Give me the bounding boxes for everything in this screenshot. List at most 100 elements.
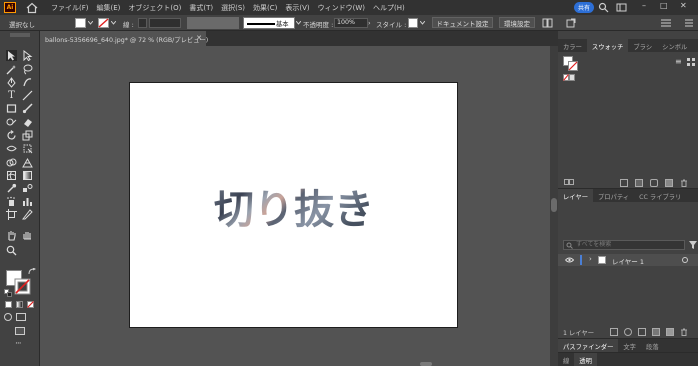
minimize-button[interactable]: – (642, 1, 646, 10)
make-clipping-mask-icon[interactable] (638, 328, 646, 336)
menu-select[interactable]: 選択(S) (221, 3, 245, 13)
stroke-weight-stepper[interactable] (138, 18, 147, 28)
document-setup-button[interactable]: ドキュメント設定 (432, 17, 493, 28)
tab-transparency[interactable]: 透明 (574, 353, 597, 366)
swatch-libraries-icon[interactable] (564, 179, 574, 185)
document-tab[interactable]: ballons-5356696_640.jpg* @ 72 % (RGB/プレビ… (40, 31, 208, 46)
tab-paragraph[interactable]: 段落 (641, 339, 664, 352)
delete-swatch-icon[interactable] (680, 179, 688, 187)
draw-normal-icon[interactable] (4, 313, 12, 321)
menu-object[interactable]: オブジェクト(O) (128, 3, 181, 13)
menu-window[interactable]: ウィンドウ(W) (318, 3, 365, 13)
column-graph-tool[interactable] (22, 196, 33, 207)
tab-brushes[interactable]: ブラシ (628, 39, 657, 52)
layer-target-icon[interactable] (682, 257, 688, 263)
home-icon[interactable] (26, 2, 38, 14)
panel-menu-icon[interactable] (684, 18, 694, 28)
zoom-tool[interactable] (6, 245, 17, 256)
swatch-none-icon[interactable] (563, 74, 575, 81)
change-screen-mode-icon[interactable] (15, 327, 25, 335)
new-swatch-icon[interactable] (665, 179, 673, 187)
menu-file[interactable]: ファイル(F) (51, 3, 89, 13)
artboard[interactable]: 切り抜き (129, 82, 458, 328)
slice-tool[interactable] (22, 209, 33, 220)
print-tiling-tool[interactable] (22, 230, 33, 241)
menu-help[interactable]: ヘルプ(H) (373, 3, 405, 13)
arrange-documents-icon[interactable] (542, 18, 553, 28)
line-segment-tool[interactable] (22, 90, 33, 101)
default-colors-icon[interactable] (4, 289, 12, 297)
expand-layer-icon[interactable]: › (589, 255, 592, 263)
stroke-color-box[interactable] (14, 278, 31, 295)
menu-effect[interactable]: 効果(C) (253, 3, 277, 13)
collect-for-export-icon[interactable] (610, 328, 618, 336)
pen-tool[interactable] (6, 77, 17, 88)
rectangle-tool[interactable] (6, 103, 17, 114)
magic-wand-tool[interactable] (6, 64, 17, 75)
tab-color[interactable]: カラー (558, 39, 587, 52)
tab-stroke[interactable]: 線 (558, 353, 574, 366)
share-for-review-icon[interactable] (566, 18, 576, 28)
tab-properties[interactable]: プロパティ (593, 189, 634, 202)
fill-dropdown-icon[interactable] (88, 21, 93, 25)
tab-pathfinder[interactable]: パスファインダー (558, 339, 619, 352)
stroke-dropdown-icon[interactable] (111, 21, 116, 25)
color-mode-button[interactable] (5, 301, 12, 308)
stroke-style-dropdown-icon[interactable] (296, 21, 301, 25)
tab-layers[interactable]: レイヤー (558, 189, 593, 202)
variable-width-profile[interactable] (187, 17, 239, 29)
horizontal-scroll-thumb[interactable] (420, 362, 432, 366)
shape-builder-tool[interactable] (6, 157, 17, 168)
filter-icon[interactable] (689, 241, 697, 250)
width-tool[interactable] (6, 143, 17, 154)
stroke-style-select[interactable]: 基本 (243, 17, 295, 29)
search-icon[interactable] (598, 2, 609, 13)
style-dropdown-icon[interactable] (420, 21, 425, 25)
panel-options-icon[interactable] (660, 18, 672, 28)
tab-symbols[interactable]: シンボル (657, 39, 692, 52)
none-mode-button[interactable] (27, 301, 34, 308)
workspace-switcher-icon[interactable] (616, 2, 627, 13)
graphic-style-swatch[interactable] (408, 18, 418, 28)
direct-selection-tool[interactable] (22, 50, 33, 61)
tab-cc-libraries[interactable]: CC ライブラリ (634, 189, 686, 202)
stroke-weight-input[interactable] (149, 18, 181, 28)
preferences-button[interactable]: 環境設定 (499, 17, 535, 28)
show-kinds-icon[interactable] (620, 179, 628, 187)
stroke-swatch[interactable] (98, 18, 109, 28)
opacity-arrow-icon[interactable]: › (368, 19, 371, 27)
paintbrush-tool[interactable] (22, 103, 33, 114)
clipped-text-artwork[interactable]: 切り抜き (130, 83, 459, 329)
type-tool[interactable]: T (6, 90, 17, 101)
lasso-tool[interactable] (22, 64, 33, 75)
curvature-tool[interactable] (22, 77, 33, 88)
scale-tool[interactable] (22, 130, 33, 141)
selection-tool[interactable] (6, 50, 17, 61)
layer-row[interactable]: › レイヤー 1 (558, 254, 698, 266)
tab-swatches[interactable]: スウォッチ (586, 39, 629, 52)
close-window-button[interactable]: ✕ (680, 1, 687, 10)
new-color-group-icon[interactable] (650, 179, 658, 187)
menu-edit[interactable]: 編集(E) (97, 3, 121, 13)
swatch-options-icon[interactable] (635, 179, 643, 187)
vertical-scrollbar[interactable] (550, 46, 558, 366)
free-transform-tool[interactable] (22, 143, 33, 154)
eraser-tool[interactable] (22, 117, 33, 128)
shaper-tool[interactable] (6, 117, 17, 128)
visibility-eye-icon[interactable] (565, 257, 574, 263)
gradient-mode-button[interactable] (16, 301, 23, 308)
swatch-fill-stroke-icon[interactable] (563, 56, 579, 71)
close-document-icon[interactable]: ✕ (196, 34, 202, 42)
tab-character[interactable]: 文字 (618, 339, 641, 352)
eyedropper-tool[interactable] (6, 183, 17, 194)
layer-name[interactable]: レイヤー 1 (612, 256, 644, 266)
screen-mode-icon[interactable] (16, 313, 26, 321)
new-sublayer-icon[interactable] (652, 328, 660, 336)
grid-view-icon[interactable] (687, 58, 695, 66)
fill-swatch[interactable] (75, 18, 86, 28)
delete-layer-icon[interactable] (680, 328, 688, 336)
rotate-tool[interactable] (6, 130, 17, 141)
gradient-tool[interactable] (22, 170, 33, 181)
blend-tool[interactable] (22, 183, 33, 194)
symbol-sprayer-tool[interactable] (6, 196, 17, 207)
